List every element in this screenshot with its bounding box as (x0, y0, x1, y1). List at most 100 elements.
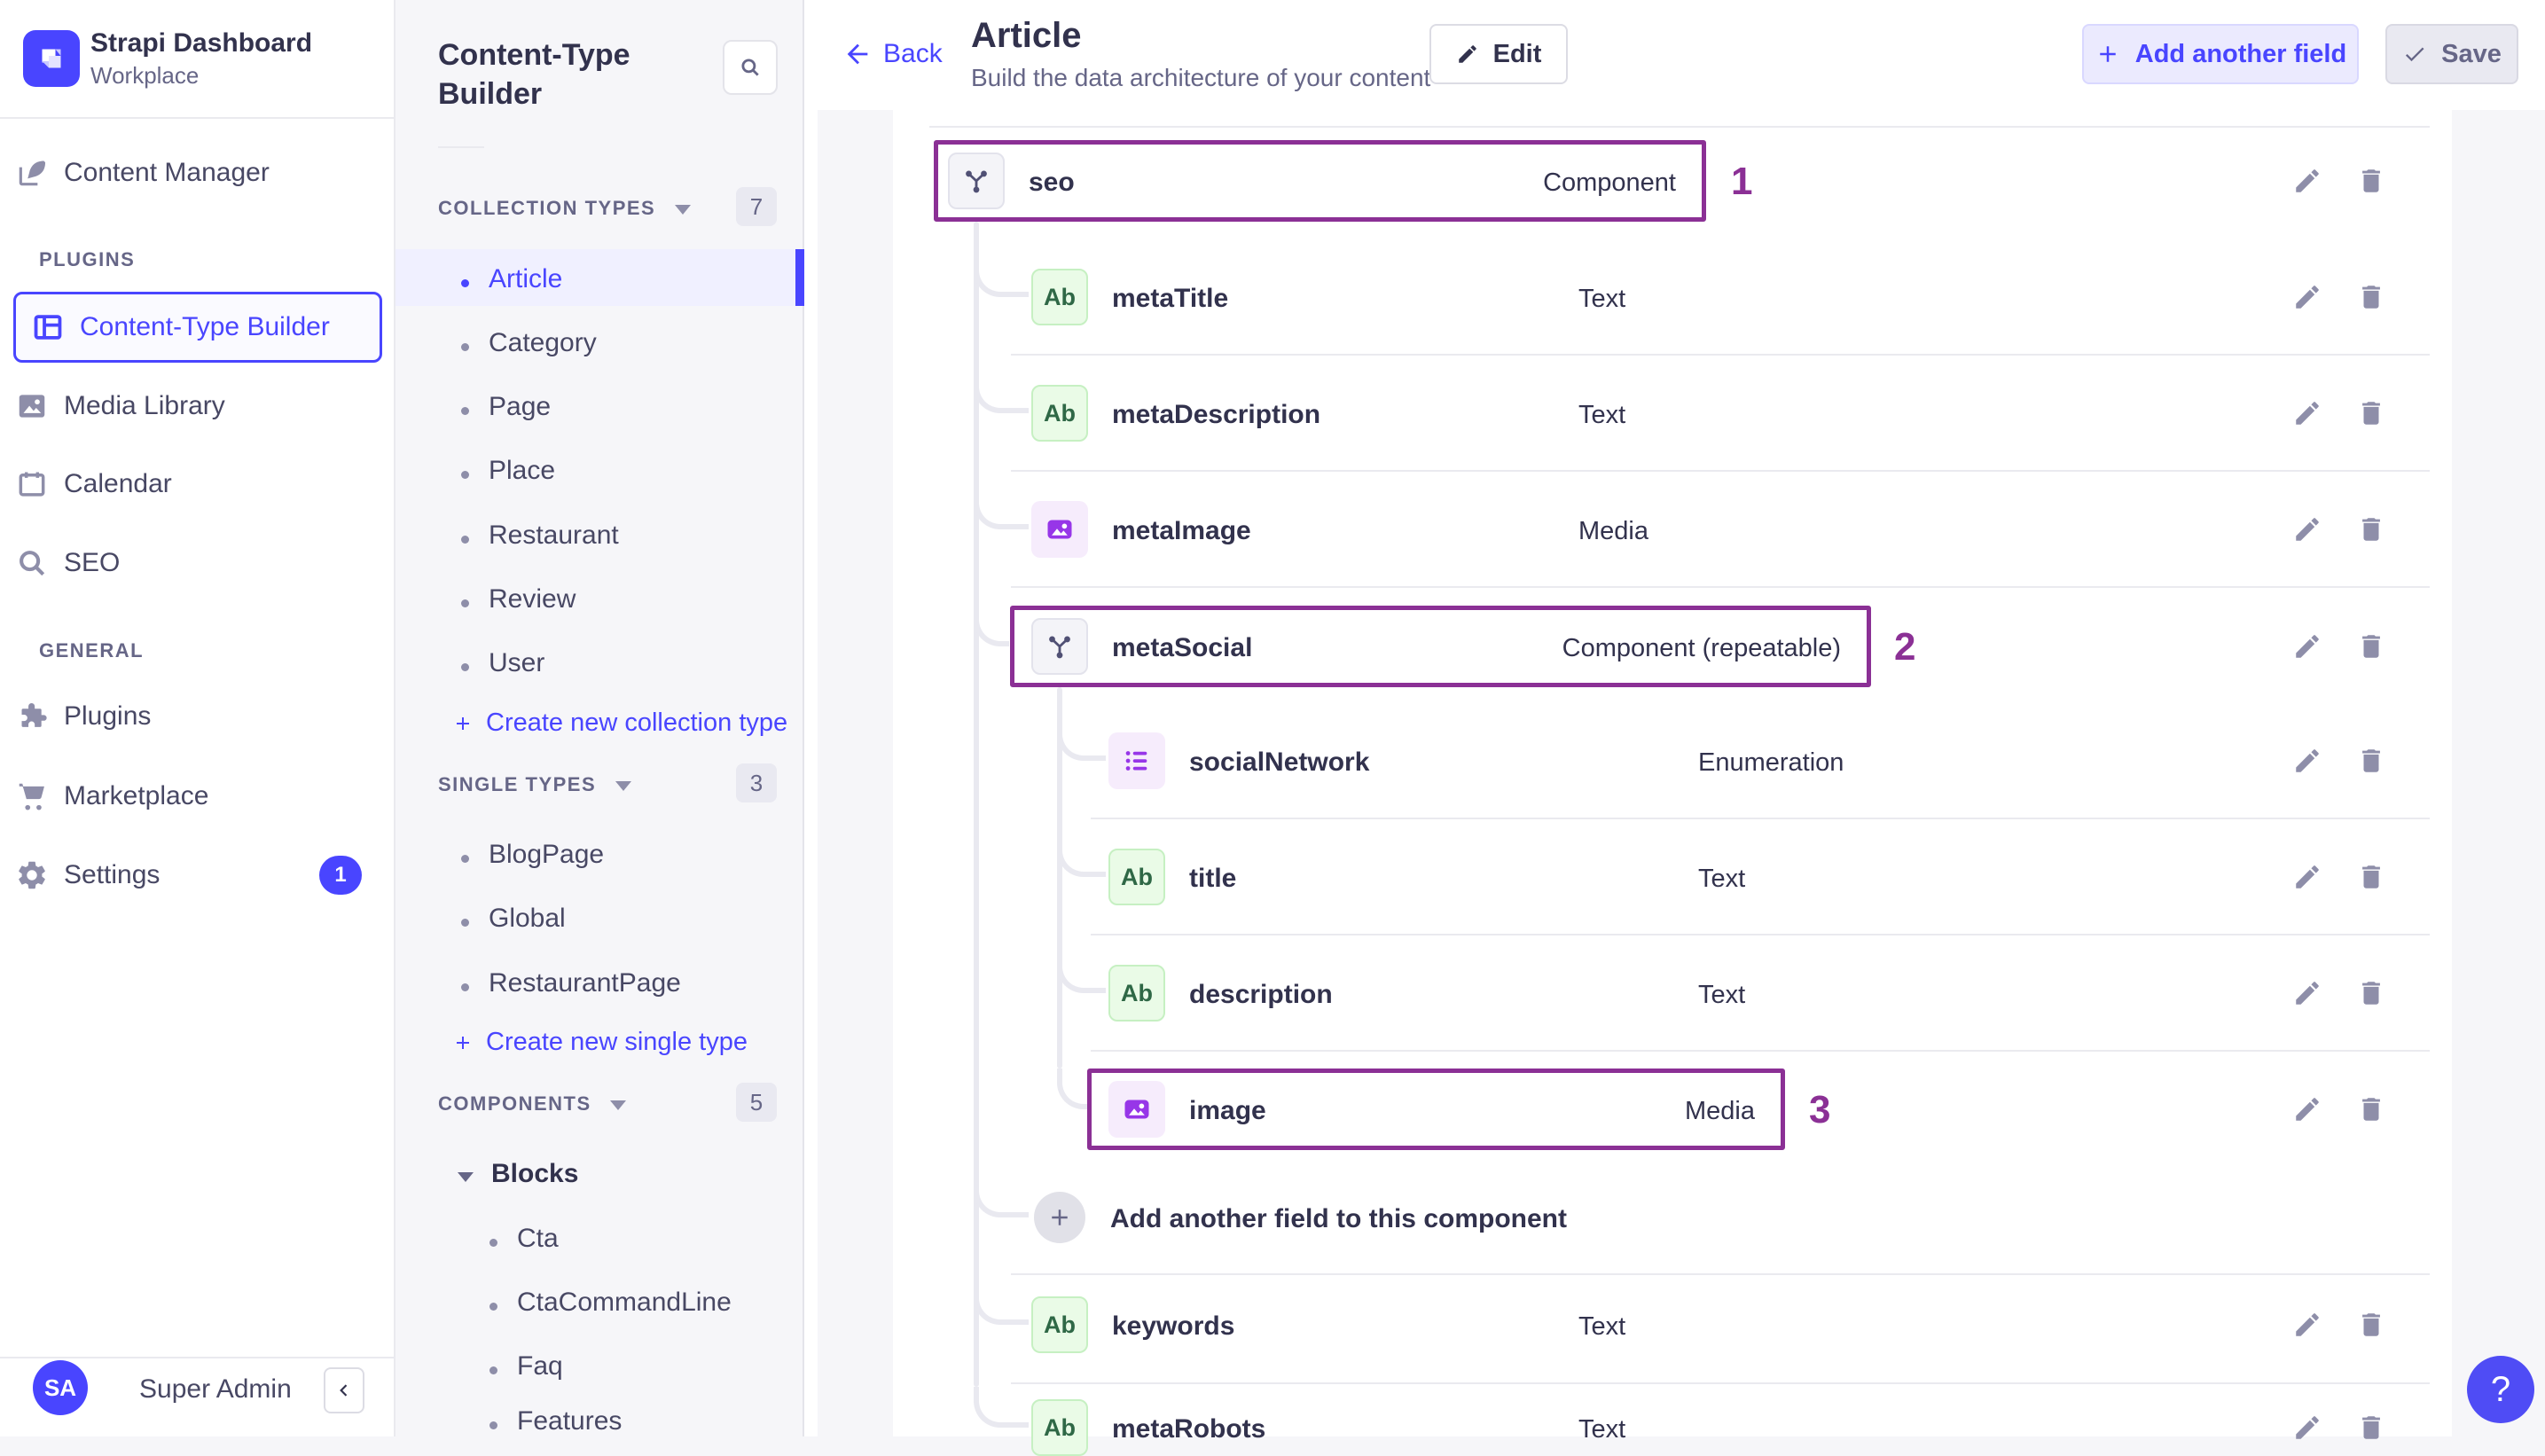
sidebar-item-category[interactable]: Category (461, 328, 597, 358)
active-item-bar (795, 249, 804, 306)
divider (1011, 586, 2430, 588)
media-library-icon (0, 389, 64, 423)
sidebar-item-blogpage[interactable]: BlogPage (461, 840, 604, 870)
left-sidebar: Strapi Dashboard Workplace Content Manag… (0, 0, 395, 1436)
single-types-label: SINGLE TYPES (438, 773, 597, 795)
divider (1091, 934, 2430, 935)
pencil-icon (2296, 286, 2319, 309)
bullet-icon (489, 1239, 497, 1247)
edit-field-button[interactable] (2290, 1307, 2325, 1342)
pencil-icon (1458, 45, 1476, 63)
sidebar-item-content-type-builder[interactable]: Content-Type Builder (13, 292, 382, 363)
strapi-logo-icon[interactable] (23, 30, 80, 87)
trash-icon (2362, 1313, 2380, 1336)
bullet-icon (461, 983, 469, 991)
delete-field-button[interactable] (2353, 1092, 2389, 1127)
pencil-icon (2296, 518, 2319, 541)
sidebar-item-page[interactable]: Page (461, 392, 551, 422)
sidebar-item-calendar[interactable]: Calendar (0, 453, 395, 515)
create-single-type-link[interactable]: Create new single type (452, 1028, 748, 1057)
app-title: Strapi Dashboard (90, 28, 313, 58)
text-field-icon: Ab (1031, 269, 1088, 325)
back-button[interactable]: Back (842, 39, 943, 69)
bullet-icon (461, 407, 469, 415)
sidebar-item-media-library[interactable]: Media Library (0, 375, 395, 437)
edit-field-button[interactable] (2290, 279, 2325, 315)
create-collection-type-link[interactable]: Create new collection type (452, 708, 787, 738)
scroll-gutter (804, 0, 818, 1436)
sidebar-group-blocks[interactable]: Blocks (458, 1159, 578, 1189)
add-another-field-button[interactable]: Add another field (2082, 24, 2359, 84)
edit-field-button[interactable] (2290, 163, 2325, 199)
sidebar-item-faq[interactable]: Faq (489, 1351, 563, 1382)
bullet-icon (461, 471, 469, 479)
edit-field-button[interactable] (2290, 975, 2325, 1011)
avatar[interactable]: SA (33, 1360, 88, 1415)
add-field-to-component-label[interactable]: Add another field to this component (1110, 1204, 1567, 1234)
sidebar-item-features[interactable]: Features (489, 1406, 622, 1436)
bullet-icon (461, 663, 469, 671)
sidebar-item-marketplace[interactable]: Marketplace (0, 765, 395, 827)
trash-icon (2362, 749, 2380, 772)
sidebar-item-seo[interactable]: SEO (0, 532, 395, 594)
sidebar-item-article[interactable]: Article (461, 264, 562, 294)
plus-icon (457, 1037, 469, 1049)
delete-field-button[interactable] (2353, 395, 2389, 431)
sidebar-item-label: Marketplace (64, 781, 209, 810)
edit-field-button[interactable] (2290, 743, 2325, 779)
divider (1011, 354, 2430, 356)
sidebar-item-review[interactable]: Review (461, 584, 576, 614)
help-button[interactable]: ? (2467, 1356, 2534, 1423)
plugins-section-label: PLUGINS (39, 248, 136, 270)
pencil-icon (2296, 402, 2319, 425)
delete-field-button[interactable] (2353, 629, 2389, 664)
collapse-sidebar-button[interactable] (324, 1367, 364, 1413)
components-count: 5 (736, 1083, 777, 1122)
question-mark-icon: ? (2490, 1369, 2511, 1409)
delete-field-button[interactable] (2353, 743, 2389, 779)
delete-field-button[interactable] (2353, 512, 2389, 547)
add-field-to-component-button[interactable] (1034, 1192, 1085, 1243)
field-type: Component (1543, 168, 1676, 197)
chevron-down-icon (458, 1172, 474, 1182)
edit-field-button[interactable] (2290, 395, 2325, 431)
bullet-icon (489, 1303, 497, 1311)
media-field-icon (1031, 501, 1088, 558)
sidebar-item-global[interactable]: Global (461, 904, 566, 934)
delete-field-button[interactable] (2353, 1307, 2389, 1342)
sidebar-item-place[interactable]: Place (461, 456, 555, 486)
plus-icon (2100, 46, 2116, 62)
sidebar-item-ctacommandline[interactable]: CtaCommandLine (489, 1288, 732, 1318)
single-types-header[interactable]: SINGLE TYPES (438, 773, 631, 796)
search-button[interactable] (723, 40, 778, 95)
field-type: Text (1578, 1312, 1626, 1341)
save-button[interactable]: Save (2385, 24, 2518, 84)
delete-field-button[interactable] (2353, 859, 2389, 895)
edit-field-button[interactable] (2290, 859, 2325, 895)
edit-field-button[interactable] (2290, 1092, 2325, 1127)
sidebar-item-cta[interactable]: Cta (489, 1224, 559, 1254)
sidebar-item-restaurant[interactable]: Restaurant (461, 521, 619, 551)
delete-field-button[interactable] (2353, 1410, 2389, 1445)
edit-field-button[interactable] (2290, 512, 2325, 547)
edit-field-button[interactable] (2290, 629, 2325, 664)
delete-field-button[interactable] (2353, 163, 2389, 199)
sidebar-item-plugins[interactable]: Plugins (0, 685, 395, 748)
trash-icon (2362, 518, 2380, 541)
delete-field-button[interactable] (2353, 279, 2389, 315)
edit-field-button[interactable] (2290, 1410, 2325, 1445)
components-header[interactable]: COMPONENTS (438, 1092, 627, 1115)
sidebar-item-restaurantpage[interactable]: RestaurantPage (461, 968, 681, 998)
annotation-number: 1 (1731, 160, 1753, 203)
annotation-number: 2 (1894, 625, 1916, 669)
gear-icon (0, 858, 64, 892)
component-field-icon (948, 153, 1005, 209)
sidebar-item-content-manager[interactable]: Content Manager (0, 142, 395, 204)
ctb-sidebar-title: Content-Type Builder (438, 38, 630, 111)
edit-button[interactable]: Edit (1429, 24, 1568, 84)
collection-types-header[interactable]: COLLECTION TYPES (438, 197, 691, 220)
text-field-icon: Ab (1108, 965, 1165, 1022)
delete-field-button[interactable] (2353, 975, 2389, 1011)
sidebar-item-user[interactable]: User (461, 648, 544, 678)
bullet-icon (489, 1421, 497, 1429)
